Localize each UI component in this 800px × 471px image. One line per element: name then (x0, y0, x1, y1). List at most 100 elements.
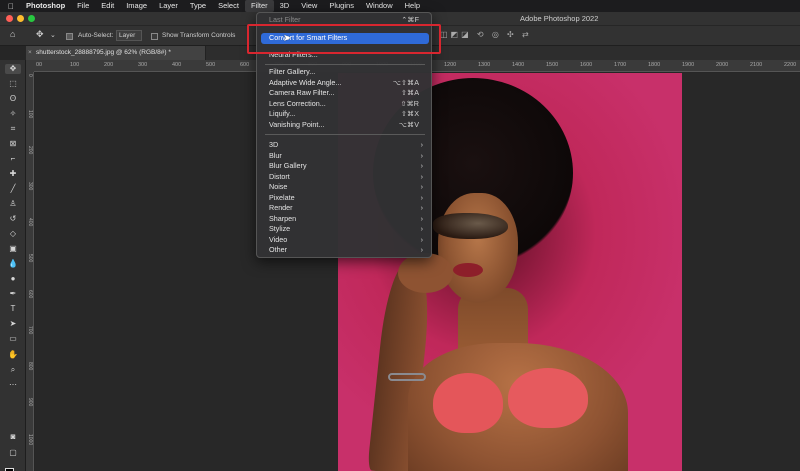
ruler-tick-label: 00 (36, 62, 43, 68)
pen-tool-icon[interactable]: ✒ (5, 289, 21, 299)
align-icons[interactable]: ◫◩◪ ⟲ ◎ ✣ ⇄ (440, 30, 532, 39)
home-icon[interactable]: ⌂ (10, 29, 15, 39)
more-tools-icon[interactable]: ⋯ (5, 380, 21, 390)
close-tab-icon[interactable]: × (28, 49, 32, 56)
menu-item-blur-gallery[interactable]: Blur Gallery › (261, 161, 429, 172)
ruler-tick-label: 200 (104, 62, 114, 68)
history-brush-tool-icon[interactable]: ↺ (5, 214, 21, 224)
menu-item-liquify[interactable]: Liquify... ⇧⌘X (261, 109, 429, 120)
move-tool-icon[interactable]: ✥ (36, 29, 44, 40)
submenu-arrow-icon: › (420, 171, 423, 181)
auto-select-checkbox[interactable] (66, 33, 73, 40)
brush-tool-icon[interactable]: ╱ (5, 184, 21, 194)
menu-type[interactable]: Type (184, 0, 212, 12)
photo-lips (453, 263, 483, 277)
menu-item-distort[interactable]: Distort › (261, 172, 429, 183)
menu-item-label: Lens Correction... (269, 98, 326, 108)
menu-plugins[interactable]: Plugins (323, 0, 360, 12)
close-window-button[interactable] (6, 15, 13, 22)
menu-photoshop[interactable]: Photoshop (20, 0, 71, 12)
type-tool-icon[interactable]: T (5, 304, 21, 314)
submenu-arrow-icon: › (420, 234, 423, 244)
blur-tool-icon[interactable]: 💧 (5, 259, 21, 269)
photo-bracelet (388, 373, 426, 381)
menu-item-pixelate[interactable]: Pixelate › (261, 193, 429, 204)
path-selection-tool-icon[interactable]: ➤ (5, 319, 21, 329)
ruler-tick-label: 100 (70, 62, 80, 68)
hand-tool-icon[interactable]: ✋ (5, 350, 21, 360)
apple-icon[interactable]:  (8, 2, 20, 11)
menu-item-label: Last Filter (269, 15, 301, 24)
menu-item-blur[interactable]: Blur › (261, 151, 429, 162)
frame-tool-icon[interactable]: ⊠ (5, 139, 21, 149)
photo-bikini-right (508, 368, 588, 428)
submenu-arrow-icon: › (420, 245, 423, 254)
minimize-window-button[interactable] (17, 15, 24, 22)
submenu-arrow-icon: › (420, 203, 423, 212)
menu-item-label: Vanishing Point... (269, 119, 325, 129)
screen-mode-icon[interactable]: ▢ (5, 448, 21, 458)
ruler-tick-label: 1500 (546, 62, 559, 68)
vertical-ruler[interactable]: 0 100 200 300 400 500 600 700 800 900 1000 (26, 72, 34, 471)
menu-edit[interactable]: Edit (95, 0, 120, 12)
menu-file[interactable]: File (71, 0, 95, 12)
move-tool-icon[interactable]: ✥ (5, 64, 21, 74)
photo-hand (398, 253, 453, 293)
menu-select[interactable]: Select (212, 0, 245, 12)
menu-item-video[interactable]: Video › (261, 235, 429, 246)
show-transform-checkbox[interactable] (151, 33, 158, 40)
zoom-tool-icon[interactable]: ⌕ (5, 365, 21, 375)
quick-mask-icon[interactable]: ◙ (5, 432, 21, 442)
menu-item-stylize[interactable]: Stylize › (261, 224, 429, 235)
menu-filter[interactable]: Filter (244, 0, 274, 12)
ruler-tick-label: 2200 (784, 62, 797, 68)
menu-item-lens-correction[interactable]: Lens Correction... ⇧⌘R (261, 99, 429, 110)
menu-layer[interactable]: Layer (153, 0, 184, 12)
menu-image[interactable]: Image (120, 0, 153, 12)
menu-item-vanishing-point[interactable]: Vanishing Point... ⌥⌘V (261, 120, 429, 131)
ruler-tick-label: 600 (27, 290, 33, 299)
document-tab[interactable]: × shutterstock_28888795.jpg @ 62% (RGB/8… (26, 46, 206, 60)
menu-3d[interactable]: 3D (274, 0, 296, 12)
ruler-tick-label: 0 (27, 74, 33, 77)
menu-item-noise[interactable]: Noise › (261, 182, 429, 193)
healing-brush-tool-icon[interactable]: ✚ (5, 169, 21, 179)
menu-item-sharpen[interactable]: Sharpen › (261, 214, 429, 225)
dodge-tool-icon[interactable]: ● (5, 274, 21, 284)
crop-tool-icon[interactable]: ⌗ (5, 124, 21, 134)
menu-window[interactable]: Window (360, 0, 399, 12)
menu-item-adaptive-wide-angle[interactable]: Adaptive Wide Angle... ⌥⇧⌘A (261, 78, 429, 89)
menu-item-shortcut: ⌥⌘V (398, 119, 419, 129)
menu-view[interactable]: View (295, 0, 323, 12)
ruler-tick-label: 1400 (512, 62, 525, 68)
menu-item-render[interactable]: Render › (261, 203, 429, 214)
ruler-tick-label: 700 (27, 326, 33, 335)
gradient-tool-icon[interactable]: ▣ (5, 244, 21, 254)
clone-stamp-tool-icon[interactable]: ♙ (5, 199, 21, 209)
menu-item-camera-raw-filter[interactable]: Camera Raw Filter... ⇧⌘A (261, 88, 429, 99)
submenu-arrow-icon: › (420, 161, 423, 170)
rectangle-tool-icon[interactable]: ▭ (5, 334, 21, 344)
menu-item-label: Sharpen (269, 213, 297, 223)
menu-item-label: Camera Raw Filter... (269, 88, 335, 97)
menu-item-label: Blur Gallery (269, 161, 307, 170)
lasso-tool-icon[interactable]: ʘ (5, 94, 21, 104)
zoom-window-button[interactable] (28, 15, 35, 22)
marquee-tool-icon[interactable]: ⬚ (5, 79, 21, 89)
menu-item-other[interactable]: Other › (261, 245, 429, 256)
ruler-tick-label: 1600 (580, 62, 593, 68)
ruler-tick-label: 1000 (27, 434, 33, 446)
menu-item-filter-gallery[interactable]: Filter Gallery... (261, 67, 429, 78)
menu-item-shortcut: ⇧⌘R (400, 98, 419, 108)
menu-item-3d[interactable]: 3D › (261, 140, 429, 151)
chevron-down-icon[interactable]: ⌄ (50, 31, 56, 39)
menu-help[interactable]: Help (399, 0, 426, 12)
eraser-tool-icon[interactable]: ◇ (5, 229, 21, 239)
auto-select-dropdown[interactable]: Layer (116, 30, 142, 41)
ruler-tick-label: 1900 (682, 62, 695, 68)
ruler-corner[interactable] (26, 60, 34, 72)
submenu-arrow-icon: › (420, 150, 423, 160)
eyedropper-tool-icon[interactable]: ⌐ (5, 154, 21, 164)
magic-wand-tool-icon[interactable]: ✧ (5, 109, 21, 119)
ruler-tick-label: 300 (138, 62, 148, 68)
